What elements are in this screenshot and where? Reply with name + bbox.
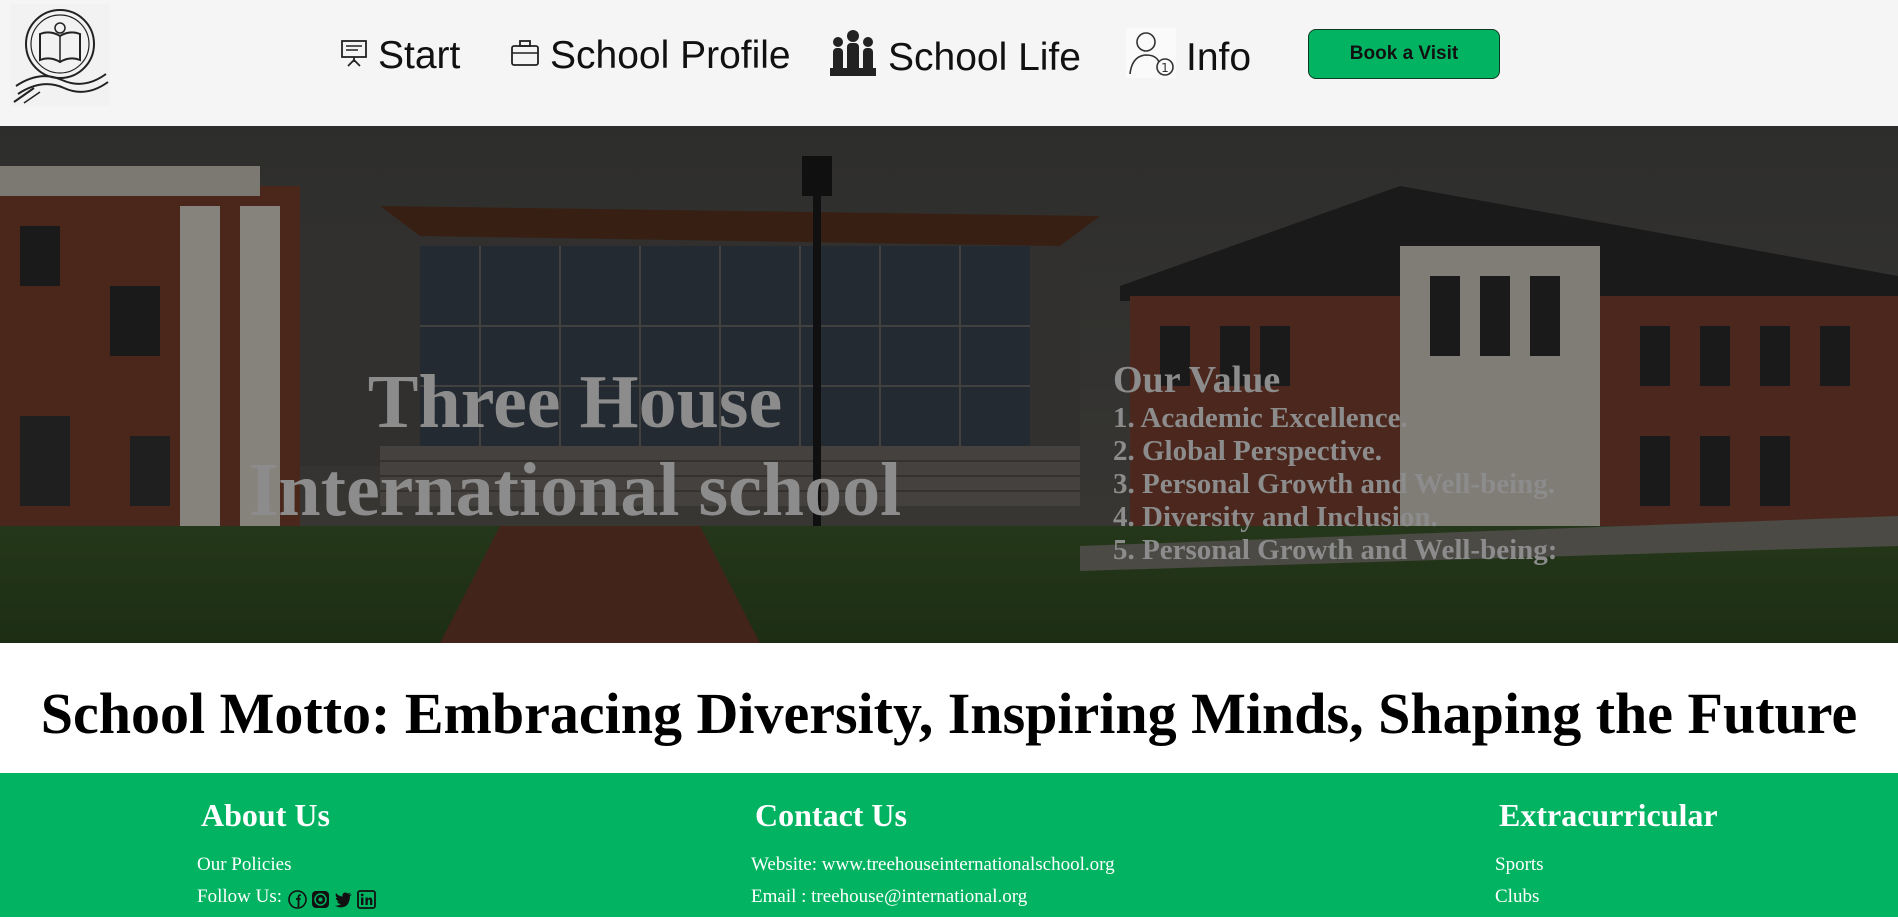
school-logo-icon[interactable] xyxy=(10,4,110,106)
value-item: 3. Personal Growth and Well-being. xyxy=(1113,468,1556,500)
footer-extracurricular-title: Extracurricular xyxy=(1499,797,1718,833)
facebook-icon[interactable] xyxy=(288,888,307,909)
twitter-icon[interactable] xyxy=(334,888,353,907)
our-policies-link[interactable]: Our Policies xyxy=(197,849,376,881)
email-link[interactable]: Email : treehouse@international.org xyxy=(751,881,1115,913)
nav-info-label: Info xyxy=(1186,36,1252,79)
follow-us-row: Follow Us: xyxy=(197,881,376,913)
site-footer: About Us Our Policies Follow Us: Contact… xyxy=(0,773,1898,917)
user-info-icon: 1 xyxy=(1126,28,1176,88)
briefcase-icon xyxy=(510,34,540,78)
follow-us-label: Follow Us: xyxy=(197,886,282,907)
book-visit-button[interactable]: Book a Visit xyxy=(1308,29,1500,79)
our-value-title: Our Value xyxy=(1113,359,1281,401)
presentation-icon xyxy=(340,34,368,78)
footer-contact-title: Contact Us xyxy=(755,797,907,833)
website-link[interactable]: Website: www.treehouseinternationalschoo… xyxy=(751,849,1115,881)
our-value-section: Our Value 1. Academic Excellence. 2. Glo… xyxy=(1113,358,1557,567)
hero-banner: Three House International school Our Val… xyxy=(0,126,1898,643)
social-icons xyxy=(288,888,376,909)
whatsapp-icon[interactable] xyxy=(311,888,330,908)
sports-link[interactable]: Sports xyxy=(1495,849,1718,881)
nav-start-label: Start xyxy=(378,34,461,77)
footer-about-column: About Us Our Policies Follow Us: xyxy=(197,795,376,913)
nav-info[interactable]: 1 Info xyxy=(1126,28,1251,88)
school-name-line-1: Three House xyxy=(367,360,783,444)
nav-school-life[interactable]: School Life xyxy=(828,28,1081,88)
people-group-icon xyxy=(828,28,878,88)
footer-about-title: About Us xyxy=(201,797,330,833)
svg-text:1: 1 xyxy=(1161,61,1169,75)
nav-school-profile[interactable]: School Profile xyxy=(510,34,791,78)
nav-school-life-label: School Life xyxy=(888,36,1081,79)
nav-start[interactable]: Start xyxy=(340,34,460,78)
linkedin-icon[interactable] xyxy=(357,888,376,909)
value-item: 2. Global Perspective. xyxy=(1113,435,1383,467)
value-item: 1. Academic Excellence. xyxy=(1113,402,1408,434)
site-header: Start School Profile School Life 1 Info … xyxy=(0,0,1898,126)
school-motto: School Motto: Embracing Diversity, Inspi… xyxy=(40,681,1858,746)
value-item: 5. Personal Growth and Well-being: xyxy=(1113,534,1558,566)
school-name-heading: Three House International school xyxy=(215,358,935,534)
nav-school-profile-label: School Profile xyxy=(550,34,791,77)
value-item: 4. Diversity and Inclusion. xyxy=(1113,501,1438,533)
footer-extracurricular-column: Extracurricular Sports Clubs xyxy=(1495,795,1718,913)
footer-contact-column: Contact Us Website: www.treehouseinterna… xyxy=(751,795,1115,913)
clubs-link[interactable]: Clubs xyxy=(1495,881,1718,913)
school-name-line-2: International school xyxy=(248,448,902,532)
